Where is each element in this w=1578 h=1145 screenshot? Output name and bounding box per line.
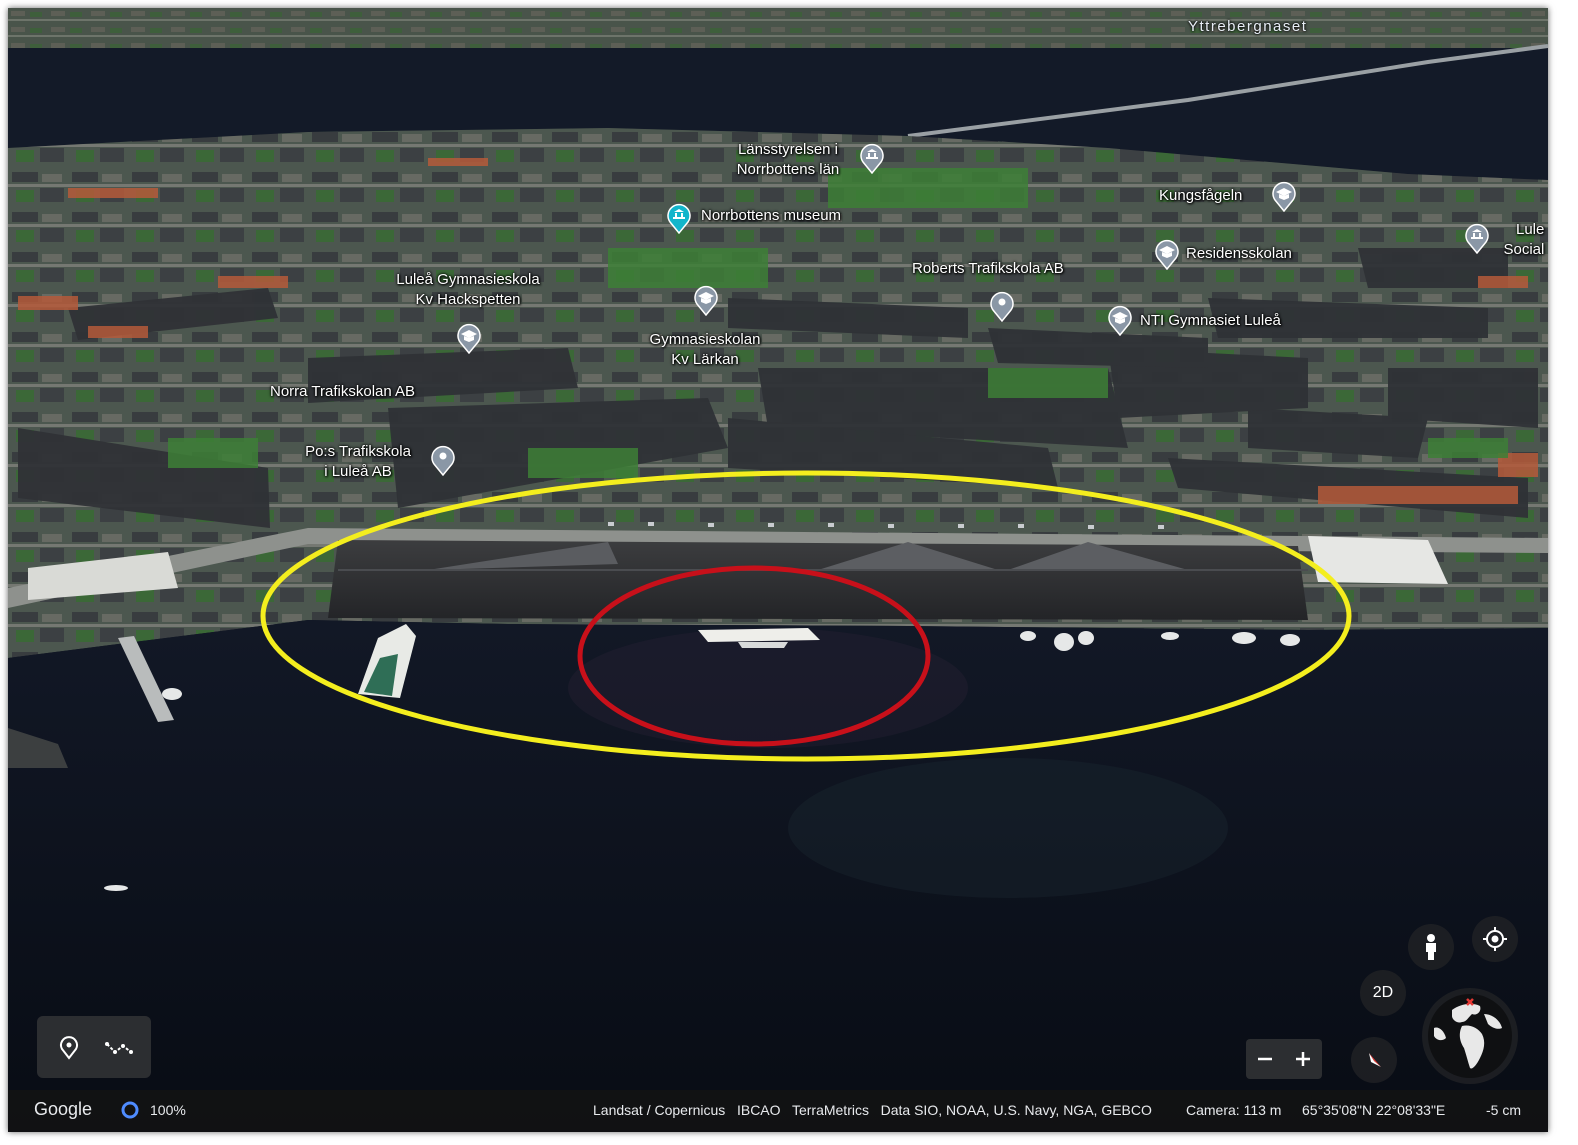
- poi-label-pos-trafikskola[interactable]: Po:s Trafikskola i Luleå AB: [284, 442, 432, 482]
- status-footer: Google 100% Landsat / Copernicus IBCAO T…: [8, 1090, 1548, 1132]
- school-pin-icon[interactable]: [456, 322, 482, 354]
- add-placemark-button[interactable]: [53, 1032, 85, 1064]
- my-location-button[interactable]: [1472, 916, 1518, 962]
- camera-altitude: Camera: 113 m: [1186, 1102, 1282, 1118]
- poi-label-norrbottens-museum[interactable]: Norrbottens museum: [701, 206, 841, 226]
- museum-pin-icon[interactable]: [1464, 222, 1490, 254]
- map-viewport[interactable]: Yttrebergnaset Länsstyrelsen i Norrbotten…: [8, 8, 1548, 1132]
- opacity-value[interactable]: 100%: [150, 1102, 186, 1118]
- school-pin-icon[interactable]: [1271, 180, 1297, 212]
- toggle-2d-button[interactable]: 2D: [1360, 970, 1406, 1016]
- location-pin-icon[interactable]: [989, 290, 1015, 322]
- opacity-ring-icon[interactable]: [120, 1100, 140, 1120]
- poi-label-nti-gymnasiet[interactable]: NTI Gymnasiet Luleå: [1140, 311, 1281, 331]
- zoom-out-button[interactable]: [1246, 1039, 1284, 1079]
- school-pin-icon[interactable]: [1107, 304, 1133, 336]
- coordinates-readout: 65°35'08"N 22°08'33"E: [1302, 1102, 1446, 1118]
- attribution-text: Landsat / Copernicus IBCAO TerraMetrics …: [593, 1102, 1152, 1118]
- poi-label-norra-trafikskolan[interactable]: Norra Trafikskolan AB: [270, 382, 415, 402]
- plus-icon: [1296, 1052, 1310, 1066]
- zoom-control: [1246, 1039, 1322, 1079]
- school-pin-icon[interactable]: [1154, 238, 1180, 270]
- poi-label-kv-larkan[interactable]: Gymnasieskolan Kv Lärkan: [628, 330, 782, 370]
- poi-label-lansstyrelsen[interactable]: Länsstyrelsen i Norrbottens län: [708, 140, 868, 180]
- poi-label-kungsfageln[interactable]: Kungsfågeln: [1159, 186, 1242, 206]
- path-icon: [105, 1042, 133, 1054]
- drawing-tools-panel: [37, 1016, 151, 1078]
- school-pin-icon[interactable]: [693, 284, 719, 316]
- minus-icon: [1258, 1057, 1272, 1061]
- poi-label-residensskolan[interactable]: Residensskolan: [1186, 244, 1292, 264]
- pegman-icon: [1426, 934, 1436, 960]
- poi-label-lule-social[interactable]: Lule Social: [1498, 220, 1545, 260]
- museum-pin-icon[interactable]: [859, 142, 885, 174]
- globe-button[interactable]: [1422, 988, 1518, 1084]
- place-label-yttrebergnaset: Yttrebergnaset: [1188, 18, 1308, 35]
- placemark-icon: [60, 1036, 78, 1060]
- crosshair-icon: [1483, 927, 1507, 951]
- scale-readout: -5 cm: [1486, 1102, 1521, 1118]
- museum-pin-icon-teal[interactable]: [666, 202, 692, 234]
- compass-needle-icon: [1369, 1053, 1381, 1067]
- compass-button[interactable]: [1351, 1037, 1397, 1083]
- street-view-pegman-button[interactable]: [1408, 924, 1454, 970]
- globe-icon: [1428, 994, 1512, 1078]
- poi-label-roberts-trafikskola[interactable]: Roberts Trafikskola AB: [912, 259, 1064, 279]
- google-logo: Google: [34, 1099, 93, 1119]
- location-pin-icon[interactable]: [430, 444, 456, 476]
- poi-label-kv-hackspetten[interactable]: Luleå Gymnasieskola Kv Hackspetten: [378, 270, 558, 310]
- zoom-in-button[interactable]: [1284, 1039, 1322, 1079]
- draw-path-button[interactable]: [103, 1032, 135, 1064]
